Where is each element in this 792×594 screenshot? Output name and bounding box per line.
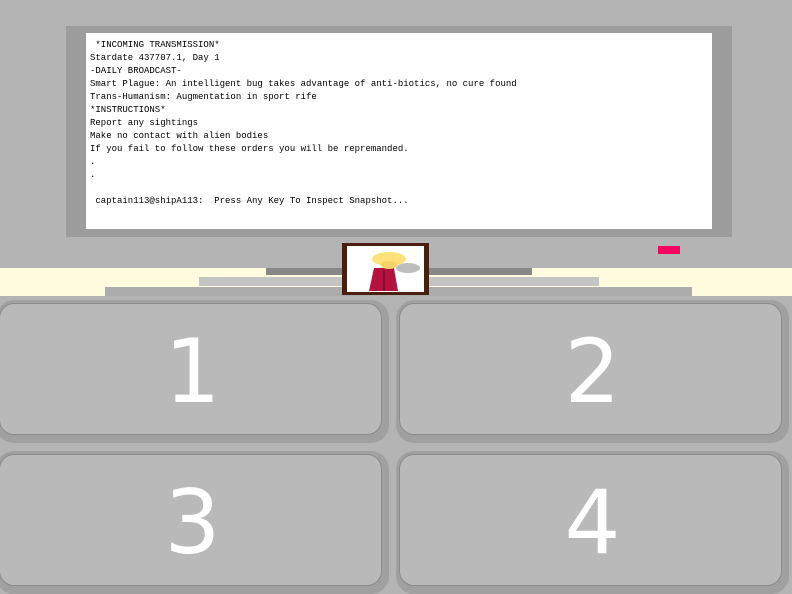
- key-label: 3: [164, 471, 221, 574]
- transmission-line: .: [90, 157, 96, 167]
- transmission-line: -DAILY BROADCAST-: [90, 66, 182, 76]
- transmission-line: *INSTRUCTIONS*: [90, 105, 166, 115]
- transmission-screen: *INCOMING TRANSMISSION* Stardate 437707.…: [86, 33, 712, 229]
- key-label: 4: [564, 471, 621, 574]
- key-4-button[interactable]: 4: [396, 451, 789, 594]
- key-label: 1: [164, 320, 221, 423]
- alien-figure-icon: [369, 252, 420, 291]
- key-2-button[interactable]: 2: [396, 300, 789, 443]
- key-1-button[interactable]: 1: [0, 300, 389, 443]
- indicator-light: [658, 246, 680, 254]
- snapshot-thumbnail[interactable]: [342, 243, 429, 295]
- snapshot-image: [347, 246, 424, 292]
- transmission-line: If you fail to follow these orders you w…: [90, 144, 409, 154]
- terminal-prompt: captain113@shipA113: Press Any Key To In…: [90, 196, 409, 206]
- transmission-line: *INCOMING TRANSMISSION*: [90, 40, 220, 50]
- transmission-line: Stardate 437707.1, Day 1: [90, 53, 220, 63]
- transmission-line: .: [90, 170, 96, 180]
- transmission-line: Make no contact with alien bodies: [90, 131, 269, 141]
- transmission-line: Trans-Humanism: Augmentation in sport ri…: [90, 92, 317, 102]
- key-3-button[interactable]: 3: [0, 451, 389, 594]
- transmission-line: Smart Plague: An intelligent bug takes a…: [90, 79, 517, 89]
- transmission-line: Report any sightings: [90, 118, 199, 128]
- transmission-text: *INCOMING TRANSMISSION* Stardate 437707.…: [90, 39, 700, 208]
- key-label: 2: [564, 320, 621, 423]
